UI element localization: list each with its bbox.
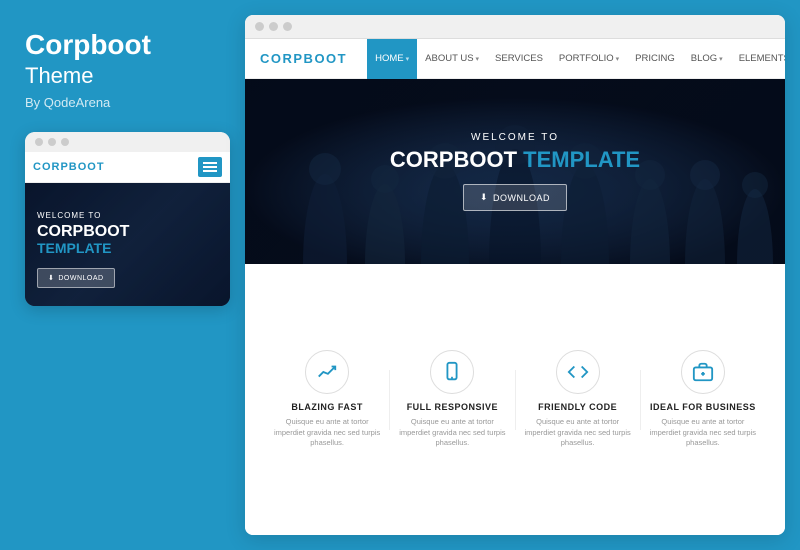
features-section: BLAZING FAST Quisque eu ante at tortor i… [245,264,785,535]
feature-blazing-fast: BLAZING FAST Quisque eu ante at tortor i… [265,350,389,449]
full-responsive-title: FULL RESPONSIVE [407,402,498,412]
friendly-code-title: FRIENDLY CODE [538,402,617,412]
nav-portfolio-label: PORTFOLIO [559,53,614,64]
mobile-hero-blue: TEMPLATE [37,240,218,256]
code-icon [567,361,589,383]
nav-item-elements[interactable]: ELEMENTS [731,39,785,79]
mobile-logo: CORPBOOT [33,161,105,173]
nav-elements-label: ELEMENTS [739,53,785,64]
mobile-browser-bar: CORPBOOT [25,152,230,183]
mobile-hero-title: CORPBOOT [37,223,218,241]
mobile-hero-content: WELCOME TO CORPBOOT TEMPLATE ⬇ DOWNLOAD [37,211,218,289]
friendly-code-icon-circle [556,350,600,394]
mobile-hamburger-icon[interactable] [198,157,222,177]
blazing-fast-icon-circle [305,350,349,394]
mobile-icon [441,361,463,383]
feature-ideal-business: IDEAL FOR BUSINESS Quisque eu ante at to… [641,350,765,449]
desktop-hero: WELCOME TO CORPBOOT TEMPLATE ⬇ DOWNLOAD [245,79,785,264]
nav-item-portfolio[interactable]: PORTFOLIO ▾ [551,39,627,79]
nav-item-pricing[interactable]: PRICING [627,39,683,79]
briefcase-icon [692,361,714,383]
left-panel: Corpboot Theme By QodeArena CORPBOOT WEL… [0,0,245,550]
feature-full-responsive: FULL RESPONSIVE Quisque eu ante at torto… [390,350,514,449]
nav-services-label: SERVICES [495,53,543,64]
nav-blog-label: BLOG [691,53,717,64]
mobile-download-label: DOWNLOAD [58,275,103,282]
nav-blog-caret: ▾ [719,55,723,63]
feature-friendly-code: FRIENDLY CODE Quisque eu ante at tortor … [516,350,640,449]
ideal-business-icon-circle [681,350,725,394]
nav-about-label: ABOUT US [425,53,473,64]
nav-home-label: HOME [375,53,404,64]
hero-title-blue: TEMPLATE [523,147,640,172]
nav-home-caret: ▾ [406,55,410,63]
hamburger-line [203,166,217,168]
theme-title: Corpboot [25,30,225,61]
nav-about-caret: ▾ [476,55,480,63]
nav-item-services[interactable]: SERVICES [487,39,551,79]
nav-item-home[interactable]: HOME ▾ [367,39,417,79]
mobile-top-bar [25,132,230,152]
download-arrow-icon: ⬇ [480,192,488,203]
hero-main-title: CORPBOOT TEMPLATE [390,148,640,172]
browser-top-bar [245,15,785,39]
hero-overlay-content: WELCOME TO CORPBOOT TEMPLATE ⬇ DOWNLOAD [390,132,640,211]
nav-item-about[interactable]: ABOUT US ▾ [417,39,487,79]
blazing-fast-desc: Quisque eu ante at tortor imperdiet grav… [272,417,382,449]
hero-title-white: CORPBOOT [390,147,517,172]
full-responsive-icon-circle [430,350,474,394]
hero-welcome-text: WELCOME TO [390,132,640,143]
right-panel: CORPBOOT HOME ▾ ABOUT US ▾ SERVICES PORT… [245,15,785,535]
nav-portfolio-caret: ▾ [616,55,620,63]
browser-dot-2 [269,22,278,31]
browser-dot-1 [255,22,264,31]
theme-author: By QodeArena [25,95,225,110]
mobile-mockup: CORPBOOT WELCOME TO CORPBOOT TEMPLATE ⬇ … [25,132,230,307]
mobile-welcome-text: WELCOME TO [37,211,218,220]
nav-items: HOME ▾ ABOUT US ▾ SERVICES PORTFOLIO ▾ P… [367,39,785,79]
hamburger-line [203,162,217,164]
friendly-code-desc: Quisque eu ante at tortor imperdiet grav… [523,417,633,449]
ideal-business-title: IDEAL FOR BUSINESS [650,402,756,412]
chart-icon [316,361,338,383]
ideal-business-desc: Quisque eu ante at tortor imperdiet grav… [648,417,758,449]
desktop-nav: CORPBOOT HOME ▾ ABOUT US ▾ SERVICES PORT… [245,39,785,79]
hero-download-label: DOWNLOAD [493,193,550,203]
mobile-dot-2 [48,138,56,146]
hero-download-button[interactable]: ⬇ DOWNLOAD [463,184,567,211]
hamburger-line [203,170,217,172]
mobile-dot-3 [61,138,69,146]
mobile-download-button[interactable]: ⬇ DOWNLOAD [37,268,115,288]
nav-item-blog[interactable]: BLOG ▾ [683,39,731,79]
desktop-logo: CORPBOOT [260,51,347,66]
browser-dot-3 [283,22,292,31]
mobile-hero: WELCOME TO CORPBOOT TEMPLATE ⬇ DOWNLOAD [25,183,230,307]
download-icon: ⬇ [48,274,54,282]
blazing-fast-title: BLAZING FAST [291,402,363,412]
full-responsive-desc: Quisque eu ante at tortor imperdiet grav… [397,417,507,449]
mobile-dot-1 [35,138,43,146]
theme-subtitle: Theme [25,63,225,89]
nav-pricing-label: PRICING [635,53,675,64]
